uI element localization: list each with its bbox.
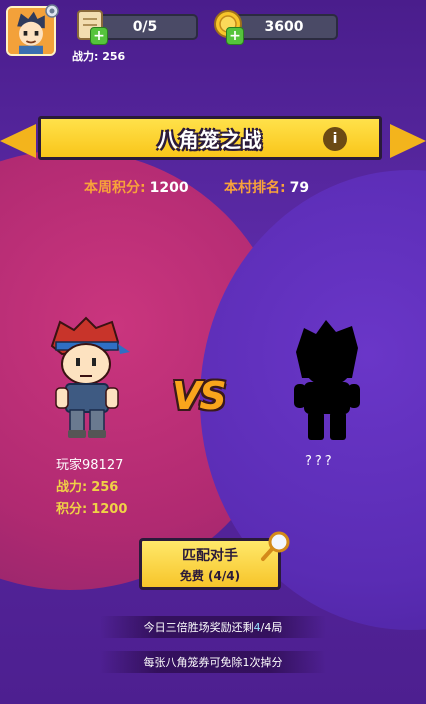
ticket-notice: 每张八角笼券可免除1次掉分 bbox=[100, 651, 326, 673]
player-power-value: 256 bbox=[91, 480, 119, 495]
banner-right-arrow bbox=[390, 124, 426, 158]
top-power: 战力: 256 bbox=[72, 48, 125, 64]
coin-count: 3600 bbox=[264, 19, 304, 35]
weekly-score-label: 本周积分: bbox=[84, 180, 146, 196]
add-ticket-button[interactable]: + bbox=[90, 27, 108, 45]
player-character bbox=[50, 316, 130, 438]
weekly-score: 本周积分: 1200 bbox=[84, 177, 189, 197]
player-power-label: 战力: bbox=[56, 480, 88, 495]
coin-counter: 3600 bbox=[230, 14, 338, 40]
player-score-label: 积分: bbox=[56, 502, 88, 517]
village-rank: 本村排名: 79 bbox=[224, 177, 309, 197]
match-button-title: 匹配对手 bbox=[182, 548, 238, 564]
triple-reward-notice: 今日三倍胜场奖励还剩 4/4局 bbox=[100, 616, 326, 638]
add-coin-button[interactable]: + bbox=[226, 27, 244, 45]
opponent-name: ??? bbox=[305, 454, 335, 469]
page-title: 八角笼之战 bbox=[157, 127, 263, 152]
title-banner: 八角笼之战 i bbox=[0, 116, 426, 166]
gear-icon[interactable] bbox=[44, 3, 60, 19]
match-button-subtitle: 免费 (4/4) bbox=[179, 569, 241, 583]
ticket-count: 0/5 bbox=[132, 19, 158, 35]
notice1-prefix: 今日三倍胜场奖励还剩 bbox=[143, 621, 254, 634]
opponent-silhouette bbox=[294, 320, 360, 440]
notice2-text: 每张八角笼券可免除1次掉分 bbox=[143, 656, 283, 669]
weekly-score-value: 1200 bbox=[149, 180, 189, 196]
banner-left-arrow bbox=[0, 124, 36, 158]
village-rank-value: 79 bbox=[289, 180, 310, 196]
village-rank-label: 本村排名: bbox=[224, 180, 286, 196]
player-name: 玩家98127 bbox=[56, 458, 124, 473]
player-score-value: 1200 bbox=[91, 502, 128, 517]
vs-text: VS bbox=[172, 374, 227, 418]
banner-plate: 八角笼之战 i bbox=[38, 116, 382, 160]
power-value: 256 bbox=[102, 50, 126, 63]
notice1-suffix: /4局 bbox=[260, 621, 283, 634]
info-icon[interactable]: i bbox=[323, 127, 347, 151]
power-label: 战力: bbox=[72, 50, 99, 63]
notice1-remaining: 4 bbox=[253, 620, 261, 634]
player-power: 战力: 256 bbox=[56, 476, 118, 495]
magnifier-icon bbox=[261, 531, 290, 561]
player-score: 积分: 1200 bbox=[56, 498, 127, 517]
